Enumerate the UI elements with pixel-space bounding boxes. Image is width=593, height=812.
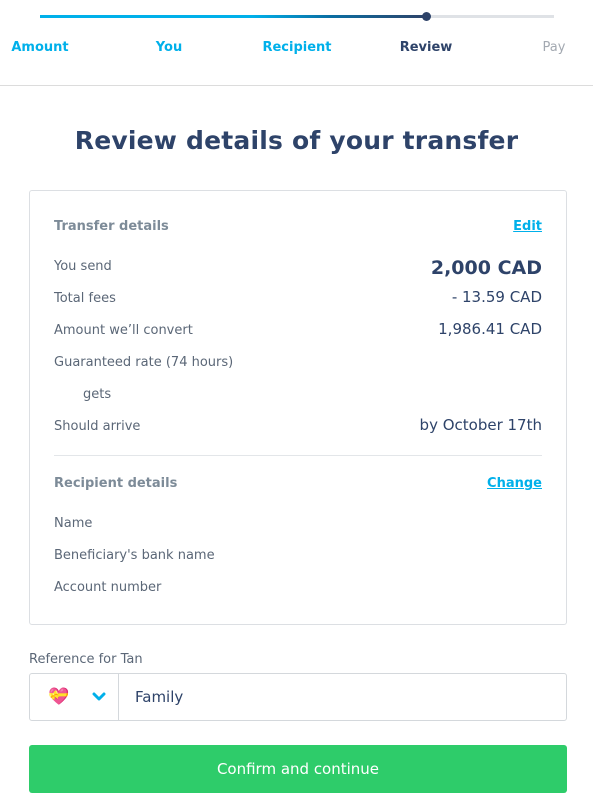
recipient-details-heading: Recipient details [54,476,178,491]
reference-label: Reference for Tan [29,652,143,667]
heart-with-ribbon-icon: 💝 [48,687,70,707]
stepper-track-fill [40,15,426,18]
change-recipient-link[interactable]: Change [487,476,542,491]
should-arrive-value: by October 17th [419,416,542,434]
you-send-label: You send [54,259,112,274]
stepper-current-dot [422,12,431,21]
page-title: Review details of your transfer [74,126,519,155]
edit-transfer-link[interactable]: Edit [513,219,542,234]
step-amount[interactable]: Amount [11,40,68,55]
review-card: Transfer details Edit You send 2,000 CAD… [29,190,567,625]
chevron-down-icon [92,692,106,701]
reference-input[interactable] [119,674,566,720]
account-number-label: Account number [54,580,162,595]
you-send-value: 2,000 CAD [430,257,542,279]
reference-field-group: 💝 [29,673,567,721]
total-fees-label: Total fees [54,291,116,306]
amount-convert-label: Amount we’ll convert [54,323,193,338]
emoji-dropdown[interactable]: 💝 [30,674,119,720]
step-you[interactable]: You [156,40,182,55]
total-fees-value: - 13.59 CAD [451,288,542,306]
bank-name-label: Beneficiary's bank name [54,548,215,563]
section-divider [54,455,542,456]
recipient-gets-label: gets [83,387,112,402]
transfer-details-heading: Transfer details [54,219,169,234]
amount-convert-value: 1,986.41 CAD [438,320,542,338]
progress-stepper: Amount You Recipient Review Pay [0,0,593,86]
step-review: Review [399,40,453,55]
step-recipient[interactable]: Recipient [262,40,331,55]
guaranteed-rate-label: Guaranteed rate (74 hours) [54,355,234,370]
step-pay: Pay [542,40,566,55]
confirm-and-continue-button[interactable]: Confirm and continue [29,745,567,793]
recipient-name-label: Name [54,516,93,531]
should-arrive-label: Should arrive [54,419,141,434]
